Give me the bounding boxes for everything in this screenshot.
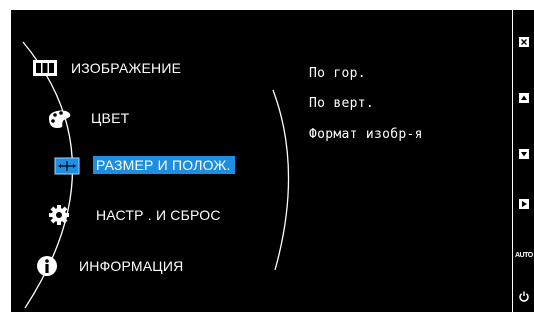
power-icon [518, 291, 529, 302]
down-arrow-icon [518, 149, 529, 159]
auto-label: AUTO [515, 252, 533, 259]
menu-item-setup-reset[interactable]: НАСТР . И СБРОС [45, 203, 265, 227]
auto-key[interactable]: AUTO [515, 248, 533, 264]
up-arrow-icon [518, 93, 529, 103]
menu-item-picture[interactable]: ИЗОБРАЖЕНИЕ [31, 56, 251, 80]
hardware-key-strip: AUTO [513, 10, 534, 312]
enter-key[interactable] [515, 198, 532, 214]
close-icon [518, 37, 529, 47]
menu-label-setup-reset: НАСТР . И СБРОС [96, 207, 221, 223]
menu-label-picture: ИЗОБРАЖЕНИЕ [71, 60, 182, 76]
gear-icon [45, 203, 73, 227]
menu-item-size-position[interactable]: РАЗМЕР И ПОЛОЖ. [53, 154, 283, 178]
menu-item-information[interactable]: ИНФОРМАЦИЯ [33, 254, 253, 278]
close-key[interactable] [515, 36, 532, 52]
menu-item-color[interactable]: ЦВЕТ [45, 106, 245, 130]
down-key[interactable] [515, 148, 532, 164]
picture-icon [31, 56, 59, 80]
size-position-icon [53, 154, 81, 178]
menu-label-color: ЦВЕТ [91, 110, 130, 126]
menu-label-size-position: РАЗМЕР И ПОЛОЖ. [93, 156, 235, 174]
submenu-item-v-position[interactable]: По верт. [309, 96, 374, 111]
up-key[interactable] [515, 92, 532, 108]
info-icon [33, 254, 61, 278]
menu-label-information: ИНФОРМАЦИЯ [79, 258, 184, 274]
enter-icon [518, 199, 529, 209]
power-key[interactable] [515, 290, 532, 306]
osd-window: ИЗОБРАЖЕНИЕ ЦВЕТ РАЗМЕР И ПОЛОЖ. НАСТР .… [11, 10, 512, 312]
palette-icon [45, 106, 73, 130]
submenu-item-h-position[interactable]: По гор. [309, 66, 366, 81]
submenu-item-image-size[interactable]: Формат изобр-я [309, 127, 423, 142]
